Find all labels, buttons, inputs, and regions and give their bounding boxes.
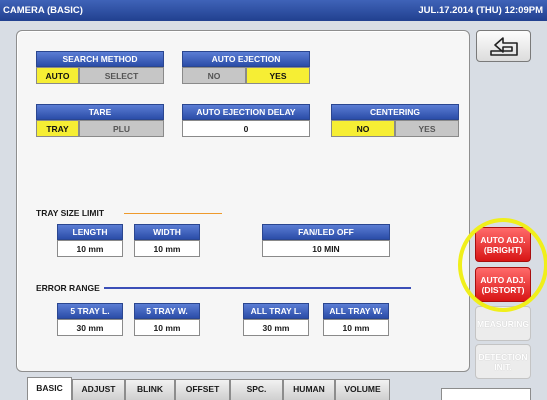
- auto-ejection-yes-option[interactable]: YES: [246, 67, 310, 84]
- tray-length-group: LENGTH 10 mm: [57, 224, 123, 259]
- return-arrow-icon: [490, 37, 518, 56]
- tray-length-header: LENGTH: [57, 224, 123, 240]
- centering-header: CENTERING: [331, 104, 459, 120]
- tray-width-value[interactable]: 10 mm: [134, 240, 200, 257]
- tab-adjust[interactable]: ADJUST: [72, 379, 125, 400]
- detection-init-line1: DETECTION: [478, 352, 528, 362]
- all-tray-width-header: ALL TRAY W.: [323, 303, 389, 319]
- five-tray-width-group: 5 TRAY W. 10 mm: [134, 303, 200, 338]
- highlight-ring: [458, 218, 547, 312]
- search-method-select-option[interactable]: SELECT: [79, 67, 164, 84]
- all-tray-width-group: ALL TRAY W. 10 mm: [323, 303, 389, 338]
- five-tray-length-group: 5 TRAY L. 30 mm: [57, 303, 123, 338]
- tray-width-group: WIDTH 10 mm: [134, 224, 200, 259]
- back-button[interactable]: [476, 30, 531, 62]
- error-range-divider: [104, 287, 411, 289]
- search-method-auto-option[interactable]: AUTO: [36, 67, 79, 84]
- tray-width-header: WIDTH: [134, 224, 200, 240]
- fan-led-off-group: FAN/LED OFF 10 MIN: [262, 224, 390, 259]
- all-tray-length-header: ALL TRAY L.: [243, 303, 309, 319]
- auto-ejection-header: AUTO EJECTION: [182, 51, 310, 67]
- settings-panel: SEARCH METHOD AUTO SELECT AUTO EJECTION …: [16, 30, 470, 372]
- tray-size-limit-divider: [124, 213, 222, 214]
- five-tray-length-header: 5 TRAY L.: [57, 303, 123, 319]
- five-tray-length-value[interactable]: 30 mm: [57, 319, 123, 336]
- tare-header: TARE: [36, 104, 164, 120]
- measuring-label: MEASURING: [477, 319, 529, 329]
- auto-ejection-group: AUTO EJECTION NO YES: [182, 51, 310, 86]
- centering-group: CENTERING NO YES: [331, 104, 459, 139]
- five-tray-width-header: 5 TRAY W.: [134, 303, 200, 319]
- auto-ejection-delay-value[interactable]: 0: [182, 120, 310, 137]
- tab-blink[interactable]: BLINK: [125, 379, 175, 400]
- error-range-label: ERROR RANGE: [36, 283, 100, 293]
- tab-volume[interactable]: VOLUME: [335, 379, 390, 400]
- date-time: JUL.17.2014 (THU) 12:09PM: [418, 5, 543, 16]
- fan-led-off-header: FAN/LED OFF: [262, 224, 390, 240]
- detection-init-button[interactable]: DETECTION INIT.: [475, 344, 531, 379]
- five-tray-width-value[interactable]: 10 mm: [134, 319, 200, 336]
- tab-basic[interactable]: BASIC: [27, 377, 72, 400]
- title-bar: CAMERA (BASIC) JUL.17.2014 (THU) 12:09PM: [0, 0, 547, 21]
- tare-group: TARE TRAY PLU: [36, 104, 164, 139]
- tray-size-limit-label: TRAY SIZE LIMIT: [36, 208, 105, 218]
- tray-length-value[interactable]: 10 mm: [57, 240, 123, 257]
- search-method-header: SEARCH METHOD: [36, 51, 164, 67]
- all-tray-length-group: ALL TRAY L. 30 mm: [243, 303, 309, 338]
- detection-init-line2: INIT.: [494, 362, 512, 372]
- auto-ejection-no-option[interactable]: NO: [182, 67, 246, 84]
- centering-no-option[interactable]: NO: [331, 120, 395, 137]
- auto-ejection-delay-group: AUTO EJECTION DELAY 0: [182, 104, 310, 139]
- centering-yes-option[interactable]: YES: [395, 120, 459, 137]
- search-method-group: SEARCH METHOD AUTO SELECT: [36, 51, 164, 86]
- tab-offset[interactable]: OFFSET: [175, 379, 230, 400]
- tare-tray-option[interactable]: TRAY: [36, 120, 79, 137]
- tare-plu-option[interactable]: PLU: [79, 120, 164, 137]
- tab-human[interactable]: HUMAN: [283, 379, 335, 400]
- all-tray-length-value[interactable]: 30 mm: [243, 319, 309, 336]
- tab-spc[interactable]: SPC.: [230, 379, 283, 400]
- auto-ejection-delay-header: AUTO EJECTION DELAY: [182, 104, 310, 120]
- all-tray-width-value[interactable]: 10 mm: [323, 319, 389, 336]
- status-box: [441, 388, 531, 400]
- screen-title: CAMERA (BASIC): [3, 5, 83, 16]
- fan-led-off-value[interactable]: 10 MIN: [262, 240, 390, 257]
